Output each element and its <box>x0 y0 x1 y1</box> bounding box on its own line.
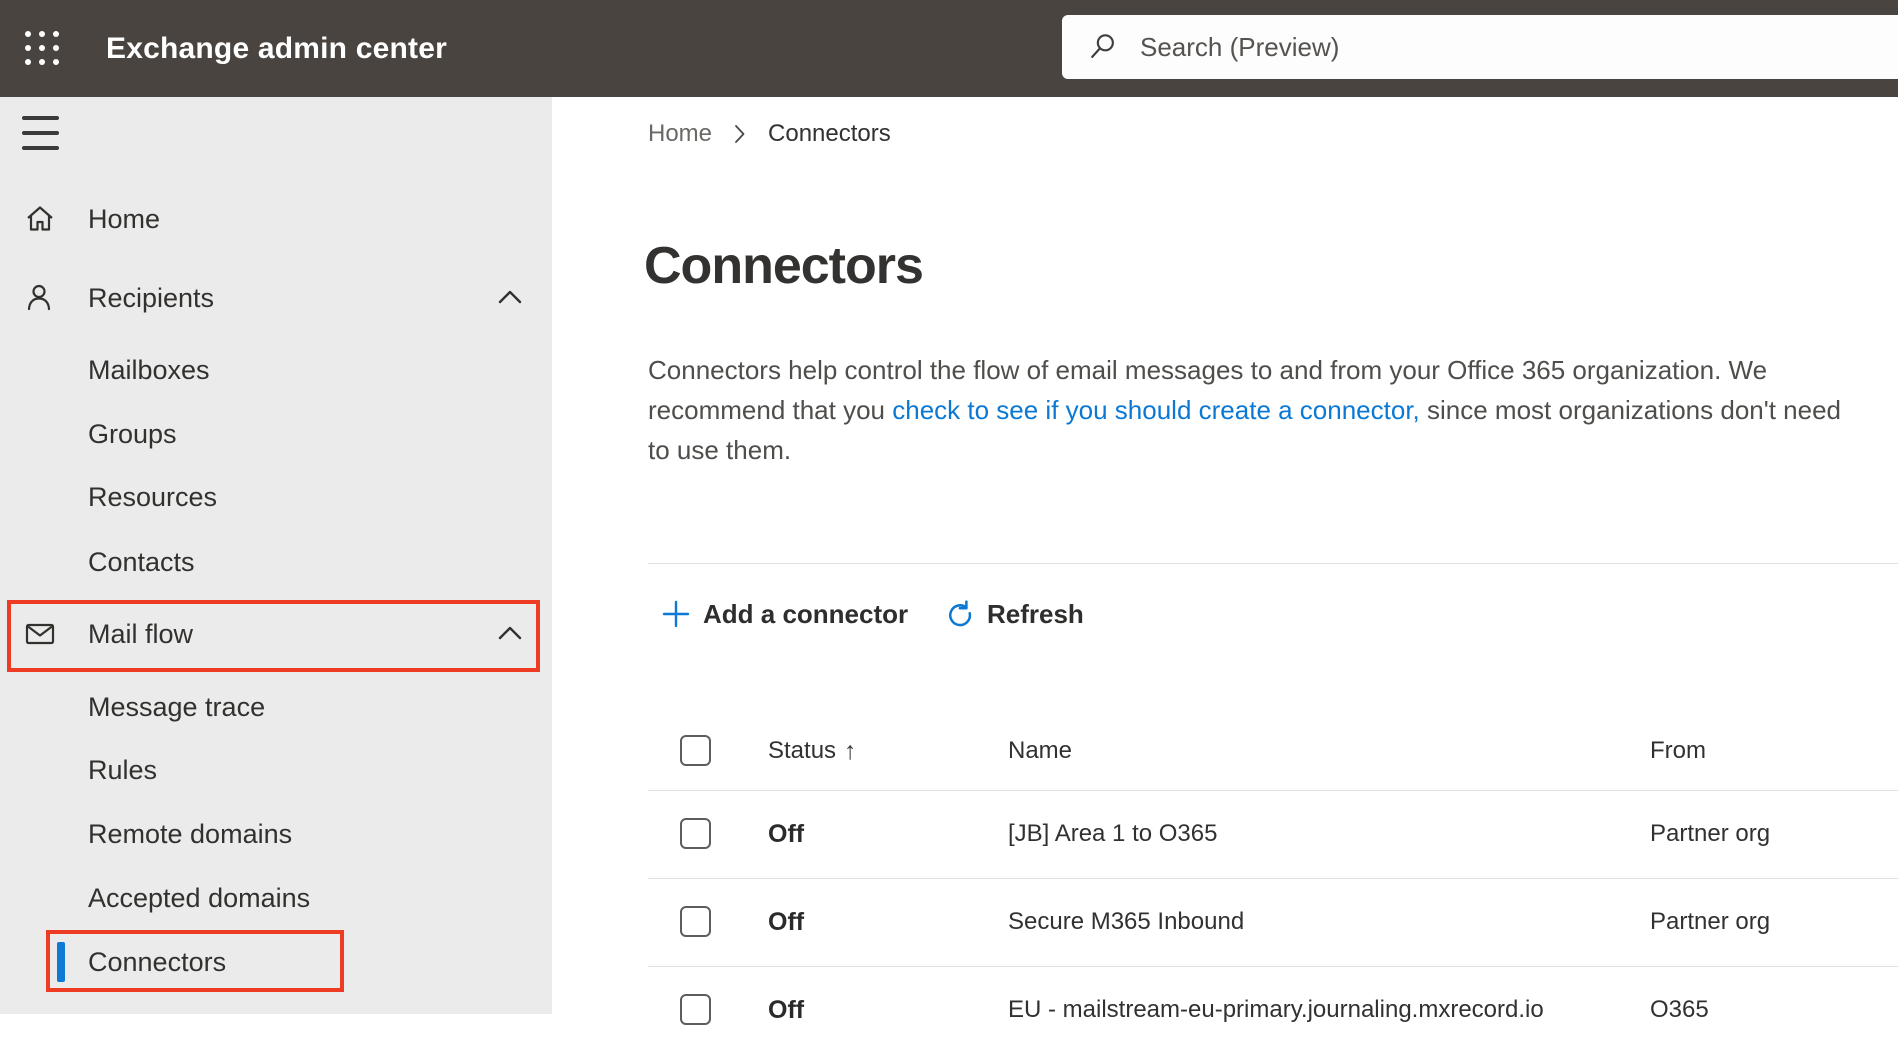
breadcrumb: Home Connectors <box>648 118 891 150</box>
sort-ascending-arrow-icon: ↑ <box>844 737 857 765</box>
sidebar-item-contacts[interactable]: Contacts <box>0 536 552 588</box>
breadcrumb-home-link[interactable]: Home <box>648 120 712 148</box>
row-checkbox[interactable] <box>680 818 711 849</box>
cell-from: Partner org <box>1650 820 1771 847</box>
chevron-up-icon[interactable] <box>497 288 523 308</box>
person-icon <box>27 284 51 311</box>
sidebar-item-label: Recipients <box>88 283 215 313</box>
cell-status: Off <box>768 908 805 936</box>
add-connector-button[interactable]: Add a connector <box>656 588 916 640</box>
waffle-dots <box>25 31 59 65</box>
select-all-checkbox[interactable] <box>680 735 711 766</box>
cell-name: Secure M365 Inbound <box>1008 908 1245 935</box>
create-connector-help-link[interactable]: check to see if you should create a conn… <box>892 395 1420 425</box>
sidebar-item-mailboxes[interactable]: Mailboxes <box>0 344 552 396</box>
sidebar-item-label: Mail flow <box>88 619 194 649</box>
column-header-from[interactable]: From <box>1650 712 1706 790</box>
left-navigation: Home Recipients Mailboxes Groups Resourc… <box>0 97 552 1014</box>
search-icon <box>1091 34 1114 58</box>
refresh-label: Refresh <box>987 599 1084 629</box>
sidebar-item-label: Rules <box>88 755 158 785</box>
top-app-bar: Exchange admin center <box>0 0 1898 97</box>
sidebar-item-connectors[interactable]: Connectors <box>0 936 552 988</box>
search-input[interactable] <box>1140 31 1898 63</box>
cell-name: EU - mailstream-eu-primary.journaling.mx… <box>1008 996 1544 1023</box>
sidebar-item-label: Accepted domains <box>88 883 311 913</box>
breadcrumb-current: Connectors <box>768 120 891 147</box>
hamburger-menu-icon[interactable] <box>22 116 60 150</box>
sidebar-item-recipients[interactable]: Recipients <box>0 272 552 324</box>
sidebar-item-label: Remote domains <box>88 819 293 849</box>
envelope-icon <box>25 623 55 645</box>
search-box[interactable] <box>1062 15 1898 79</box>
sidebar-item-remote-domains[interactable]: Remote domains <box>0 808 552 860</box>
sidebar-item-resources[interactable]: Resources <box>0 471 552 523</box>
column-header-name[interactable]: Name <box>1008 712 1072 790</box>
sidebar-item-label: Mailboxes <box>88 355 210 385</box>
cell-name: [JB] Area 1 to O365 <box>1008 820 1218 847</box>
home-icon <box>27 206 53 231</box>
sidebar-item-accepted-domains[interactable]: Accepted domains <box>0 872 552 924</box>
sidebar-item-home[interactable]: Home <box>0 193 552 245</box>
table-row[interactable]: Off Secure M365 Inbound Partner org <box>648 878 1898 966</box>
add-connector-label: Add a connector <box>703 599 909 629</box>
page-title: Connectors <box>644 237 924 295</box>
row-checkbox[interactable] <box>680 994 711 1025</box>
sidebar-item-label: Resources <box>88 482 218 512</box>
sidebar-item-label: Contacts <box>88 547 195 577</box>
sidebar-item-message-trace[interactable]: Message trace <box>0 681 552 733</box>
sidebar-item-rules[interactable]: Rules <box>0 744 552 796</box>
sidebar-item-label: Home <box>88 204 161 234</box>
app-launcher-waffle-icon[interactable] <box>16 22 68 74</box>
table-row[interactable]: Off [JB] Area 1 to O365 Partner org <box>648 790 1898 878</box>
sidebar-item-label: Message trace <box>88 692 266 722</box>
refresh-icon <box>949 600 972 627</box>
cell-status: Off <box>768 820 805 848</box>
toolbar-top-divider <box>648 563 1898 564</box>
sidebar-item-label: Connectors <box>88 947 227 977</box>
page-description: Connectors help control the flow of emai… <box>648 350 1866 470</box>
cell-from: Partner org <box>1650 908 1771 935</box>
plus-icon <box>662 600 690 628</box>
row-checkbox[interactable] <box>680 906 711 937</box>
chevron-up-icon[interactable] <box>497 624 523 644</box>
table-header-row: Status ↑ Name From <box>648 712 1898 790</box>
column-header-status[interactable]: Status <box>768 712 836 790</box>
cell-status: Off <box>768 996 805 1024</box>
refresh-button[interactable]: Refresh <box>945 588 1095 640</box>
breadcrumb-chevron-right-icon <box>735 125 745 143</box>
sidebar-item-label: Groups <box>88 419 177 449</box>
sidebar-item-mail-flow[interactable]: Mail flow <box>0 608 552 660</box>
table-row[interactable]: Off EU - mailstream-eu-primary.journalin… <box>648 966 1898 1054</box>
app-title: Exchange admin center <box>106 31 447 65</box>
cell-from: O365 <box>1650 996 1709 1023</box>
sidebar-item-groups[interactable]: Groups <box>0 408 552 460</box>
